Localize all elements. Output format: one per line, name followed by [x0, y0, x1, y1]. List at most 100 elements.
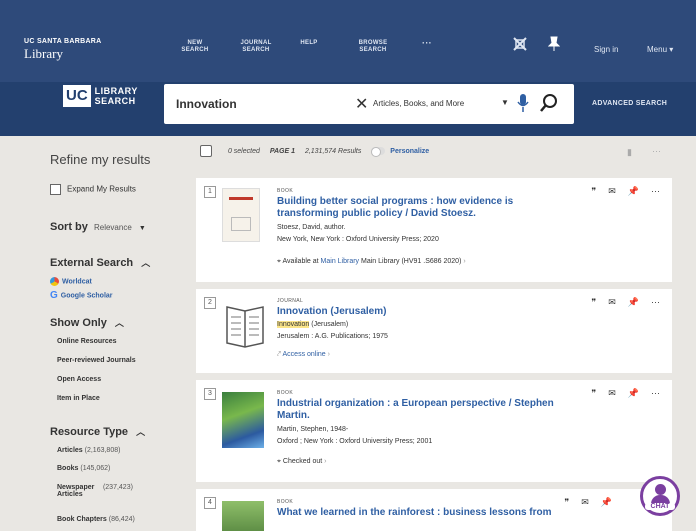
pin-icon[interactable]: 📌	[601, 497, 612, 507]
chevron-up-icon[interactable]: ︿	[136, 427, 145, 437]
resource-type-heading[interactable]: Resource Type ︿	[50, 425, 145, 438]
result-number[interactable]: 4	[204, 497, 216, 509]
more-options-icon[interactable]: ···	[651, 388, 660, 398]
checkbox[interactable]	[50, 184, 61, 195]
google-scholar-link[interactable]: G Google Scholar	[50, 290, 113, 301]
facet-count: (145,062)	[80, 465, 111, 472]
facet-books[interactable]: Books (145,062)	[57, 465, 110, 472]
library-search-logo[interactable]: UC LIBRARY SEARCH	[63, 85, 143, 107]
more-options-icon[interactable]: ···	[651, 297, 660, 307]
access-online-label[interactable]: Access online	[283, 351, 326, 358]
microphone-icon[interactable]	[516, 93, 530, 118]
pin-icon[interactable]: 📌	[628, 297, 639, 307]
logo-uc: UC	[63, 85, 91, 107]
facet-online-resources[interactable]: Online Resources	[57, 338, 117, 345]
expand-results-checkbox[interactable]: Expand My Results	[50, 184, 136, 195]
result-number[interactable]: 3	[204, 388, 216, 400]
pin-icon[interactable]: 📌	[628, 186, 639, 196]
nav-new-search[interactable]: NEW SEARCH	[176, 40, 214, 54]
pin-icon[interactable]	[547, 36, 561, 55]
availability-status[interactable]: ⌖ Available at Main Library Main Library…	[277, 258, 466, 266]
chevron-up-icon[interactable]: ︿	[115, 318, 124, 328]
book-cover-thumbnail[interactable]	[222, 392, 264, 448]
chat-button[interactable]: CHAT	[640, 476, 680, 516]
result-card[interactable]: 3 BOOK Industrial organization : a Europ…	[196, 380, 672, 482]
result-card[interactable]: 1 BOOK Building better social programs :…	[196, 178, 672, 282]
personalize-toggle[interactable]	[371, 147, 386, 157]
access-online-link[interactable]: ⤤ Access online ›	[277, 351, 330, 359]
worldcat-link[interactable]: Worldcat	[50, 277, 92, 286]
result-author: Martin, Stephen, 1948-	[277, 426, 349, 433]
availability-prefix: Available at	[282, 258, 319, 265]
nav-help[interactable]: HELP	[299, 40, 319, 47]
facet-peer-reviewed[interactable]: Peer-reviewed Journals	[57, 357, 136, 364]
more-options-icon[interactable]: ···	[652, 146, 661, 156]
brand-library: Library	[24, 46, 63, 61]
facet-open-access[interactable]: Open Access	[57, 376, 101, 383]
result-actions: ❞ ✉ 📌 ···	[579, 297, 660, 308]
sort-by-select[interactable]: Sort by Relevance ▼	[50, 221, 146, 233]
result-number[interactable]: 2	[204, 297, 216, 309]
clear-search-icon[interactable]: ✕	[355, 94, 368, 114]
logo-text: LIBRARY SEARCH	[94, 86, 138, 106]
email-icon[interactable]: ✉	[608, 297, 616, 307]
email-icon[interactable]: ✉	[608, 186, 616, 196]
facet-label: Newspaper Articles	[57, 484, 95, 498]
google-icon: G	[50, 290, 58, 301]
result-title[interactable]: Innovation (Jerusalem)	[277, 306, 386, 318]
search-input[interactable]	[176, 95, 346, 113]
result-number[interactable]: 1	[204, 186, 216, 198]
top-navigation-bar	[0, 0, 696, 82]
result-publication: Jerusalem : A.G. Publications; 1975	[277, 333, 388, 340]
cite-icon[interactable]: ❞	[591, 388, 596, 398]
no-access-icon[interactable]	[512, 36, 528, 55]
chevron-down-icon[interactable]: ▼	[501, 98, 509, 107]
availability-link[interactable]: Main Library	[321, 258, 360, 265]
select-all-checkbox[interactable]	[200, 145, 212, 157]
search-icon[interactable]	[540, 93, 558, 118]
advanced-search-link[interactable]: ADVANCED SEARCH	[592, 100, 667, 107]
chevron-right-icon: ›	[463, 258, 466, 265]
pin-icon[interactable]: 📌	[628, 388, 639, 398]
menu-button[interactable]: Menu ▾	[647, 45, 673, 54]
email-icon[interactable]: ✉	[581, 497, 589, 507]
result-type: BOOK	[277, 188, 294, 194]
email-icon[interactable]: ✉	[608, 388, 616, 398]
result-title[interactable]: Building better social programs : how ev…	[277, 196, 567, 220]
book-cover-thumbnail[interactable]	[222, 501, 264, 531]
cite-icon[interactable]: ❞	[591, 186, 596, 196]
result-card[interactable]: 4 BOOK What we learned in the rainforest…	[196, 489, 672, 531]
search-scope-select[interactable]: Articles, Books, and More	[373, 99, 464, 108]
availability-status[interactable]: ⌖ Checked out ›	[277, 458, 327, 466]
pin-icon[interactable]: ▮	[627, 147, 632, 158]
journal-icon[interactable]	[224, 301, 266, 349]
result-title[interactable]: Industrial organization : a European per…	[277, 398, 587, 422]
result-publication: Oxford ; New York : Oxford University Pr…	[277, 438, 433, 445]
facet-label: Books	[57, 465, 79, 472]
facet-newspaper-articles[interactable]: Newspaper Articles (237,423)	[57, 484, 149, 498]
external-search-heading[interactable]: External Search ︿	[50, 256, 150, 269]
result-title[interactable]: What we learned in the rainforest : busi…	[277, 507, 597, 519]
link-icon: ⤤	[277, 351, 281, 358]
facet-articles[interactable]: Articles (2,163,808)	[57, 447, 120, 454]
results-header: 0 selected PAGE 1 2,131,574 Results Pers…	[200, 145, 437, 157]
more-options-icon[interactable]: ···	[651, 186, 660, 196]
cite-icon[interactable]: ❞	[564, 497, 569, 507]
sign-in-link[interactable]: Sign in	[594, 45, 618, 54]
book-cover-thumbnail[interactable]	[222, 188, 260, 242]
result-card[interactable]: 2 JOURNAL Innovation (Jerusalem) Innovat…	[196, 289, 672, 373]
chat-avatar-icon	[655, 484, 666, 495]
chevron-up-icon[interactable]: ︿	[141, 258, 150, 268]
facet-book-chapters[interactable]: Book Chapters (86,424)	[57, 516, 135, 523]
library-brand[interactable]: UC SANTA BARBARA Library	[24, 38, 102, 62]
facet-item-in-place[interactable]: Item in Place	[57, 395, 100, 402]
sort-value[interactable]: Relevance	[94, 223, 132, 232]
nav-browse-search[interactable]: BROWSE SEARCH	[355, 40, 391, 54]
chevron-right-icon: ›	[327, 351, 331, 358]
nav-journal-search[interactable]: JOURNAL SEARCH	[238, 40, 274, 54]
cite-icon[interactable]: ❞	[591, 297, 596, 307]
chevron-down-icon[interactable]: ▼	[139, 225, 146, 232]
show-only-heading[interactable]: Show Only ︿	[50, 316, 124, 329]
personalize-label[interactable]: Personalize	[390, 148, 429, 155]
nav-more[interactable]: ···	[420, 39, 434, 48]
